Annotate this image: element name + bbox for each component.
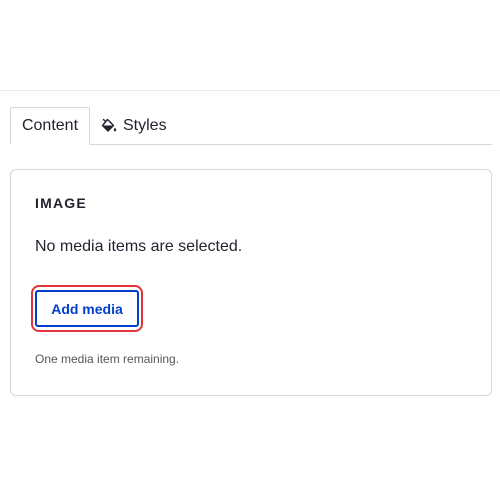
paint-bucket-icon bbox=[100, 117, 118, 135]
media-remaining-help: One media item remaining. bbox=[35, 352, 180, 366]
tab-bar: Content Styles bbox=[10, 107, 492, 145]
top-divider bbox=[0, 90, 500, 91]
add-media-button[interactable]: Add media bbox=[35, 290, 139, 327]
tab-content-label: Content bbox=[21, 117, 79, 134]
image-field-title: IMAGE bbox=[35, 195, 87, 211]
tab-styles-label: Styles bbox=[123, 116, 167, 134]
image-field-card: IMAGE No media items are selected. Add m… bbox=[10, 169, 492, 396]
tab-content[interactable]: Content bbox=[10, 107, 90, 145]
page: Content Styles IMAGE No media items are … bbox=[0, 0, 500, 500]
tab-styles[interactable]: Styles bbox=[100, 107, 167, 144]
no-media-message: No media items are selected. bbox=[35, 238, 243, 255]
